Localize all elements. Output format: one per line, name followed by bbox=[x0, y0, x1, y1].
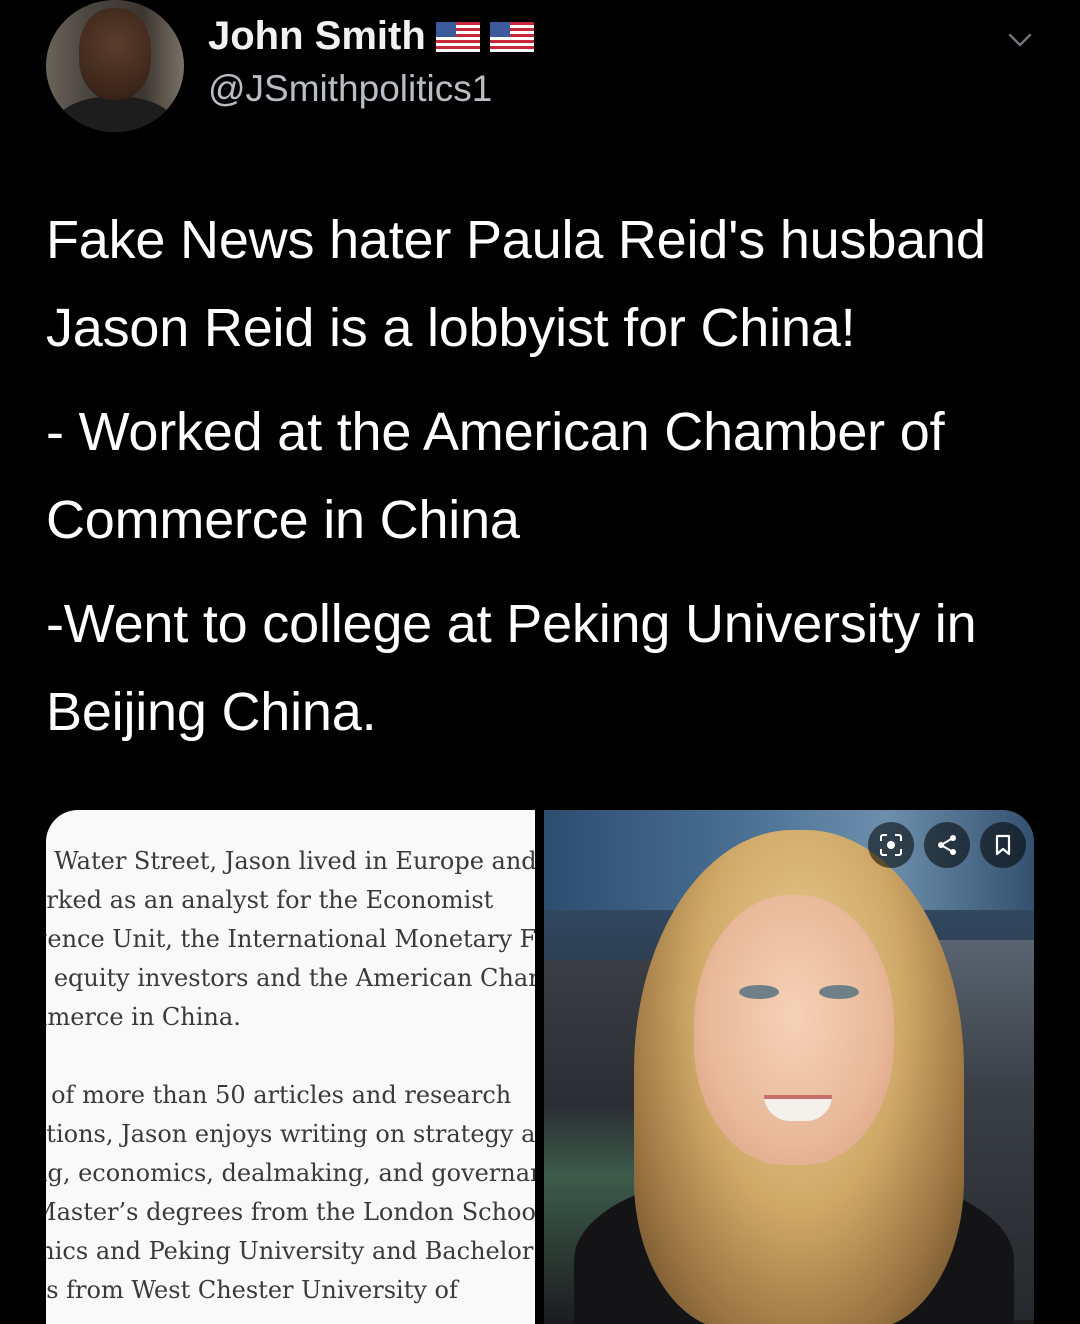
document-screenshot[interactable]: o Water Street, Jason lived in Europe an… bbox=[46, 810, 535, 1324]
document-line: mics and Peking University and Bachelor’… bbox=[46, 1237, 535, 1265]
document-line: orked as an analyst for the Economist bbox=[46, 886, 494, 914]
us-flag-icon bbox=[489, 21, 534, 52]
tweet-paragraph: Fake News hater Paula Reid's husband Jas… bbox=[46, 210, 986, 358]
photo-actions bbox=[868, 822, 1026, 868]
chevron-down-icon[interactable] bbox=[1004, 24, 1036, 56]
tweet-paragraph: -Went to college at Peking University in… bbox=[46, 594, 977, 742]
bookmark-icon[interactable] bbox=[980, 822, 1026, 868]
portrait-photo[interactable] bbox=[544, 810, 1034, 1324]
tweet-paragraph: - Worked at the American Chamber of Comm… bbox=[46, 402, 945, 550]
author-handle[interactable]: @JSmithpolitics1 bbox=[208, 68, 492, 110]
author-name-row: John Smith bbox=[208, 14, 534, 59]
lens-icon[interactable] bbox=[868, 822, 914, 868]
tweet-body: Fake News hater Paula Reid's husband Jas… bbox=[46, 196, 1046, 756]
tweet-media: o Water Street, Jason lived in Europe an… bbox=[46, 810, 1034, 1324]
document-line: es from West Chester University of bbox=[46, 1276, 458, 1304]
us-flag-icon bbox=[435, 21, 480, 52]
document-text: o Water Street, Jason lived in Europe an… bbox=[46, 842, 535, 1310]
author-name[interactable]: John Smith bbox=[208, 14, 426, 59]
document-line: o Water Street, Jason lived in Europe an… bbox=[46, 847, 535, 875]
avatar[interactable] bbox=[46, 0, 184, 132]
share-icon[interactable] bbox=[924, 822, 970, 868]
document-line: r of more than 50 articles and research bbox=[46, 1081, 512, 1109]
document-line: e equity investors and the American Cham… bbox=[46, 964, 535, 992]
document-line: nmerce in China. bbox=[46, 1003, 241, 1031]
document-line: ng, economics, dealmaking, and governanc… bbox=[46, 1159, 535, 1187]
document-line: gence Unit, the International Monetary F… bbox=[46, 925, 535, 953]
document-line: Master’s degrees from the London School … bbox=[46, 1198, 535, 1226]
document-line: ations, Jason enjoys writing on strategy… bbox=[46, 1120, 535, 1148]
